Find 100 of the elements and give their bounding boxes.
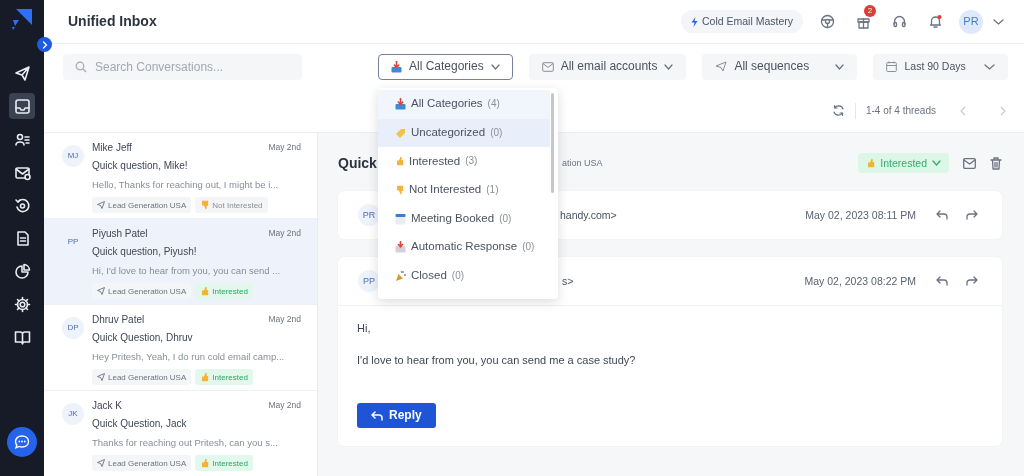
bell-icon[interactable] [927, 14, 943, 29]
reply-icon[interactable] [936, 276, 948, 286]
mail-icon[interactable] [963, 157, 976, 169]
conversation-item[interactable]: PP Piyush Patel May 2nd Quick question, Piyush! Hi, I'd love to hear from you, you can send ... Lead Generation USA Interested [44, 219, 317, 305]
conversation-date: May 2nd [268, 142, 301, 154]
chevron-down-icon [993, 18, 1004, 25]
sender-address: s> [562, 274, 574, 288]
sender-name: Piyush Patel [92, 228, 148, 240]
message-preview: Hey Pritesh, Yeah, I do run cold email camp... [92, 351, 285, 363]
category-tag: Interested [195, 369, 253, 386]
tag-icon [395, 126, 406, 139]
message-date: May 02, 2023 08:22 PM [804, 274, 916, 288]
inbox-tray-icon [395, 241, 406, 254]
inbox-icon [13, 97, 31, 115]
thumbs-down-icon [395, 185, 404, 196]
thumbs-up-icon [866, 158, 876, 168]
menu-item[interactable]: Meeting Booked (0) [378, 204, 550, 233]
promo-button[interactable]: Cold Email Mastery [680, 10, 803, 33]
conversation-item[interactable]: DP Dhruv Patel May 2nd Quick Question, Dhruv Hey Pritesh, Yeah, I do run cold email camp... Lead Generation USA Interested [44, 305, 317, 391]
cycle-icon [13, 196, 31, 214]
chat-icon [14, 434, 30, 450]
send-icon [13, 64, 31, 82]
conversation-date: May 2nd [268, 400, 301, 412]
menu-item[interactable]: Uncategorized (0) [378, 118, 550, 148]
refresh-icon[interactable] [831, 104, 845, 117]
forward-icon[interactable] [966, 276, 978, 286]
thumbs-down-icon [200, 200, 210, 211]
category-tag: Not Interested [195, 197, 268, 214]
sequence-filter[interactable]: All sequences [702, 53, 858, 80]
nav-item[interactable] [9, 93, 35, 119]
send-icon [715, 61, 728, 72]
chat-button[interactable] [7, 427, 37, 457]
send-icon [97, 459, 105, 468]
conversation-subject: Quick Question, Dhruv [92, 332, 193, 344]
menu-item[interactable]: Interested (3) [378, 147, 550, 176]
conversation-item[interactable]: JK Jack K May 2nd Quick Question, Jack Thanks for reaching out Pritesh, can you s... Lead Generation USA Interested [44, 391, 317, 476]
conversation-item[interactable]: MJ Mike Jeff May 2nd Quick question, Mike! Hello, Thanks for reaching out, I might be i... Lead Generation USA Not Interested [44, 133, 317, 219]
menu-item[interactable]: Automatic Response (0) [378, 232, 550, 262]
message-preview: Thanks for reaching out Pritesh, can you s... [92, 437, 278, 449]
lightning-icon [690, 16, 698, 27]
thread-count: 1-4 of 4 threads [865, 104, 936, 117]
category-tag: Interested [195, 283, 253, 300]
send-icon [97, 373, 105, 382]
thumbs-up-icon [200, 458, 210, 469]
sequence-tag: Lead Generation USA [92, 283, 192, 300]
forward-icon[interactable] [966, 210, 978, 220]
steering-wheel-icon[interactable] [819, 14, 835, 29]
message-text: I'd love to hear from you, you can send me a case study? [357, 354, 637, 368]
reply-icon [371, 410, 383, 421]
avatar: PP [358, 270, 380, 292]
send-icon [97, 201, 105, 210]
category-filter[interactable]: All Categories [378, 53, 513, 80]
chevron-down-icon [932, 160, 941, 166]
book-icon [13, 328, 31, 346]
message-preview: Hello, Thanks for reaching out, I might be i... [92, 179, 279, 191]
thread-subject: Quick [338, 154, 377, 172]
menu-item[interactable]: All Categories (4) [378, 90, 550, 119]
avatar: JK [62, 403, 84, 425]
search-field[interactable]: Search Conversations... [63, 53, 302, 80]
calendar-icon [886, 61, 898, 72]
avatar: PR [358, 204, 380, 226]
inbox-tray-icon [391, 60, 402, 73]
conversation-subject: Quick Question, Jack [92, 418, 187, 430]
settings-icon [13, 295, 31, 313]
menu-item[interactable]: Not Interested (1) [378, 175, 550, 205]
trash-icon[interactable] [990, 156, 1002, 170]
reply-button[interactable]: Reply [357, 403, 436, 428]
conversation-subject: Quick question, Mike! [92, 160, 188, 172]
reply-icon[interactable] [936, 210, 948, 220]
message-preview: Hi, I'd love to hear from you, you can send ... [92, 265, 281, 277]
sender-address: handy.com> [560, 208, 617, 222]
notification-badge: 2 [864, 4, 876, 17]
conversation-subject: Quick question, Piyush! [92, 246, 197, 258]
chevron-down-icon [664, 63, 674, 70]
pie-chart-icon [13, 262, 31, 280]
sender-name: Dhruv Patel [92, 314, 145, 326]
user-avatar[interactable]: PR [959, 9, 983, 34]
date-range-filter[interactable]: Last 90 Days [873, 53, 1008, 80]
thumbs-up-icon [200, 286, 210, 297]
menu-item[interactable]: Closed (0) [378, 261, 550, 291]
thumbs-up-icon [395, 156, 404, 167]
sequence-tag: Lead Generation USA [92, 369, 192, 386]
search-icon [75, 60, 87, 73]
inbox-tray-icon [395, 98, 406, 111]
calendar-icon [395, 212, 406, 225]
headset-icon[interactable] [891, 14, 907, 29]
message-date: May 02, 2023 08:11 PM [805, 208, 916, 222]
chevron-down-icon [984, 63, 995, 70]
sender-name: Jack K [92, 400, 122, 412]
avatar: MJ [62, 145, 84, 167]
chevron-down-icon [835, 63, 845, 70]
email-account-filter[interactable]: All email accounts [528, 53, 687, 80]
sender-name: Mike Jeff [92, 142, 132, 154]
send-icon [97, 287, 105, 296]
chevron-right-icon [41, 40, 48, 49]
expand-button[interactable] [37, 37, 52, 52]
conversation-date: May 2nd [268, 314, 301, 326]
sequence-label: ation USA [561, 157, 603, 169]
logo[interactable] [10, 7, 34, 31]
category-tag: Interested [195, 455, 253, 472]
